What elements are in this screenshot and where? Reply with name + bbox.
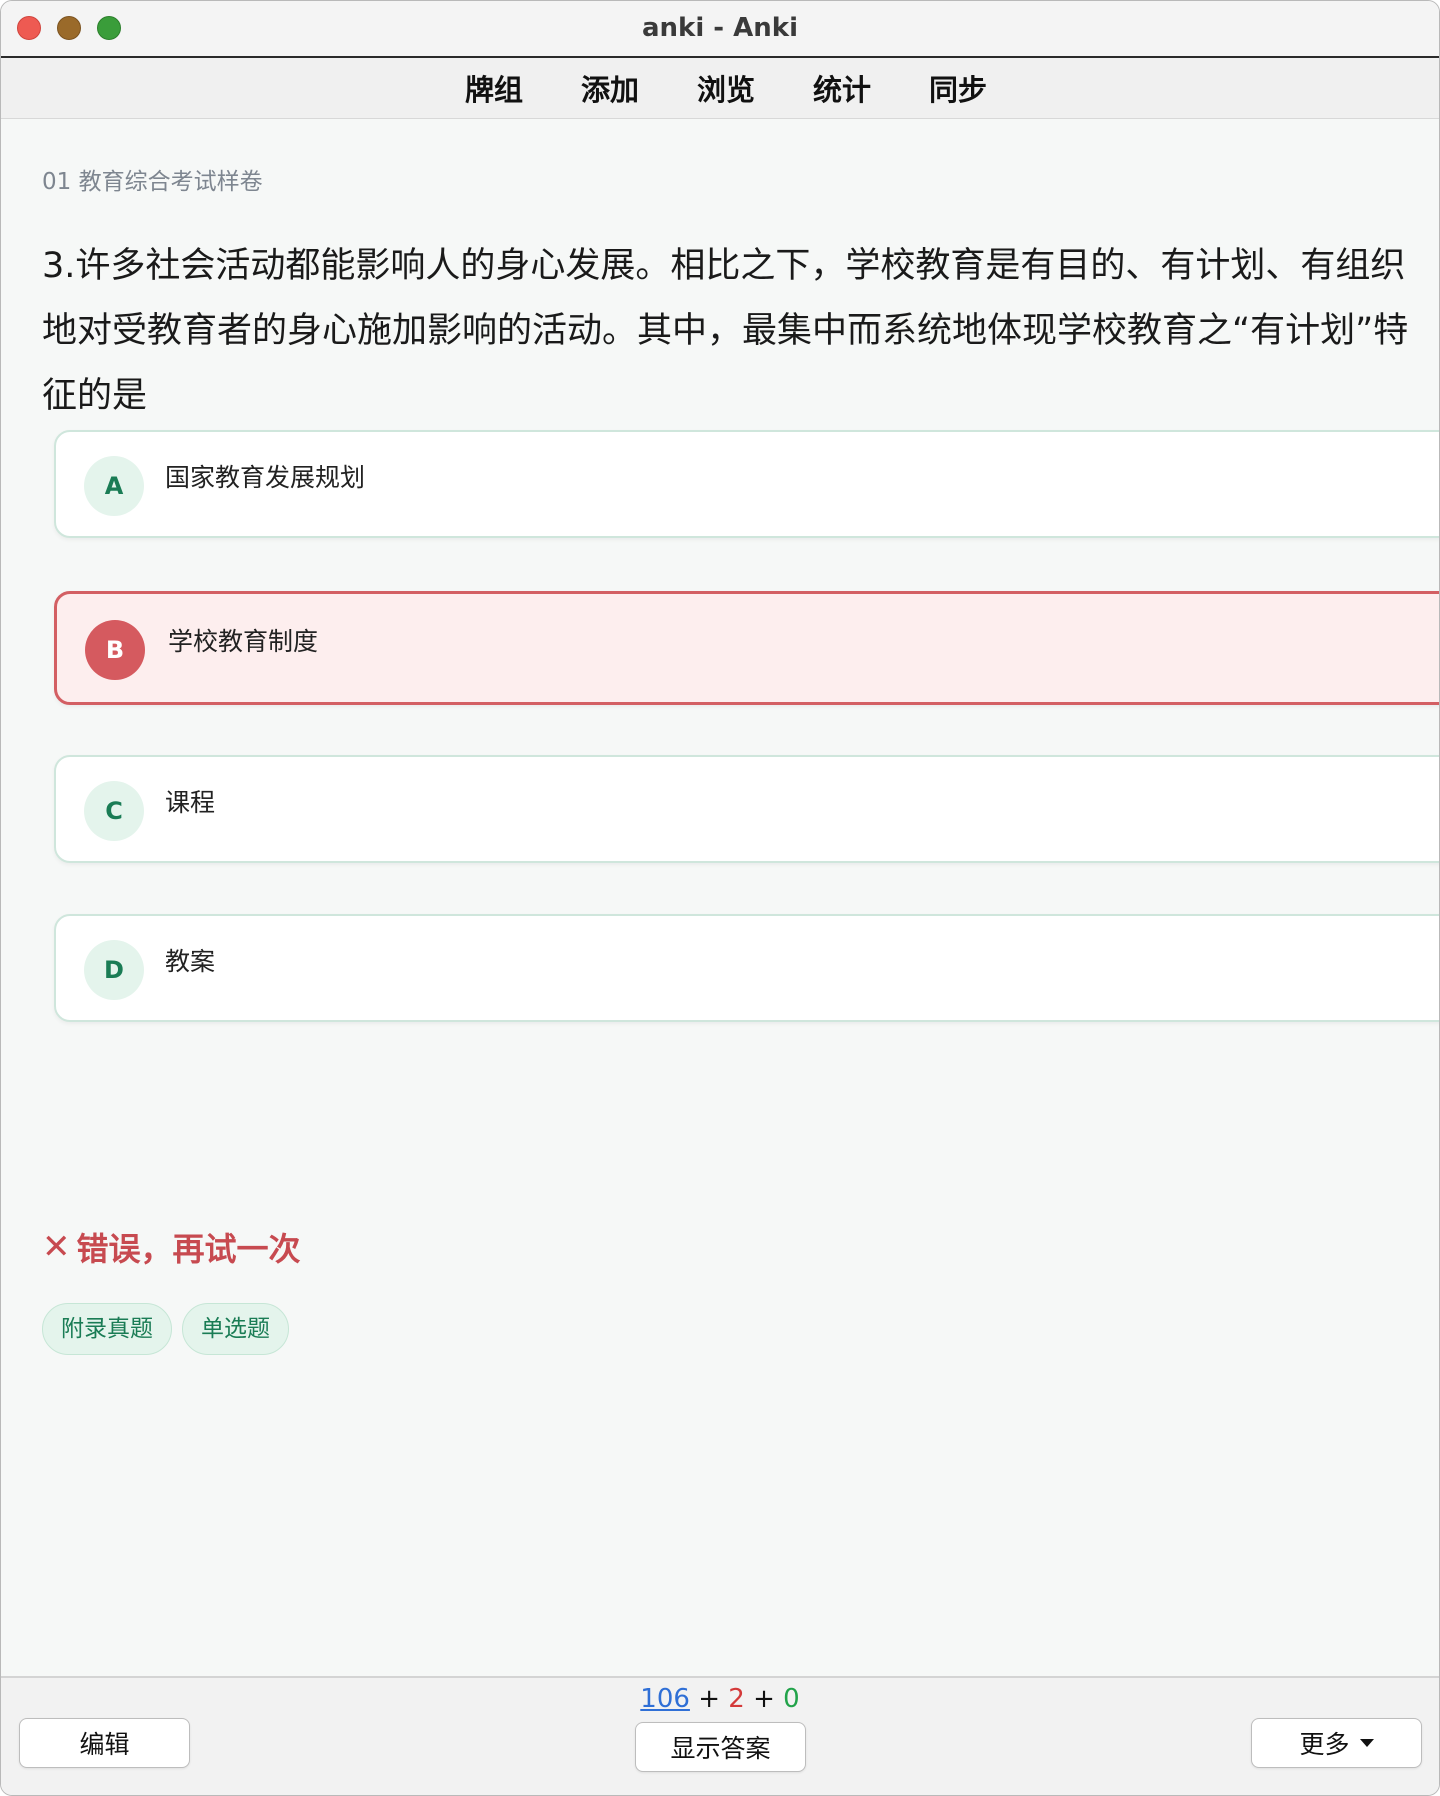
option-a[interactable]: A 国家教育发展规划: [54, 430, 1439, 538]
main-toolbar: 牌组 添加 浏览 统计 同步: [1, 58, 1439, 119]
option-text: 国家教育发展规划: [165, 463, 366, 492]
wrong-x-icon: ✕: [42, 1227, 71, 1267]
window-title: anki - Anki: [642, 13, 798, 43]
option-text: 教案: [165, 947, 216, 976]
title-bar: anki - Anki: [1, 1, 1439, 58]
option-text: 课程: [165, 788, 216, 817]
tag-chip: 单选题: [182, 1303, 289, 1355]
review-area: 01 教育综合考试样卷 3.许多社会活动都能影响人的身心发展。相比之下，学校教育…: [1, 120, 1439, 1675]
more-button-label: 更多: [1299, 1730, 1350, 1759]
learn-count: 2: [728, 1684, 745, 1714]
anki-window: anki - Anki 牌组 添加 浏览 统计 同步 01 教育综合考试样卷 3…: [0, 0, 1440, 1796]
tag-chip: 附录真题: [42, 1303, 172, 1355]
question-text: 3.许多社会活动都能影响人的身心发展。相比之下，学校教育是有目的、有计划、有组织…: [42, 246, 1409, 416]
option-letter-badge: D: [84, 940, 144, 1000]
new-count[interactable]: 106: [640, 1684, 690, 1714]
show-answer-button[interactable]: 显示答案: [635, 1722, 806, 1772]
deck-name: 01 教育综合考试样卷: [42, 169, 263, 195]
count-separator: +: [753, 1684, 775, 1714]
more-button[interactable]: 更多: [1251, 1718, 1422, 1768]
toolbar-decks[interactable]: 牌组: [461, 61, 527, 115]
toolbar-stats[interactable]: 统计: [809, 61, 875, 115]
option-b[interactable]: B 学校教育制度: [54, 591, 1439, 705]
toolbar-sync[interactable]: 同步: [925, 61, 991, 115]
tag-list: 附录真题 单选题: [42, 1303, 289, 1355]
due-counts: 106 + 2 + 0: [1, 1684, 1439, 1714]
option-letter-badge: A: [84, 456, 144, 516]
count-separator: +: [698, 1684, 720, 1714]
toolbar-browse[interactable]: 浏览: [693, 61, 759, 115]
option-letter-badge: B: [85, 620, 145, 680]
toolbar-add[interactable]: 添加: [577, 61, 643, 115]
caret-down-icon: [1359, 1739, 1374, 1747]
answer-feedback: ✕ 错误，再试一次: [42, 1224, 301, 1270]
review-count: 0: [783, 1684, 800, 1714]
feedback-text: 错误，再试一次: [76, 1230, 301, 1268]
option-text: 学校教育制度: [168, 627, 319, 656]
edit-button[interactable]: 编辑: [19, 1718, 190, 1768]
bottom-bar: 106 + 2 + 0 编辑 显示答案 更多: [1, 1676, 1439, 1795]
option-letter-badge: C: [84, 781, 144, 841]
option-c[interactable]: C 课程: [54, 755, 1439, 863]
option-d[interactable]: D 教案: [54, 914, 1439, 1022]
